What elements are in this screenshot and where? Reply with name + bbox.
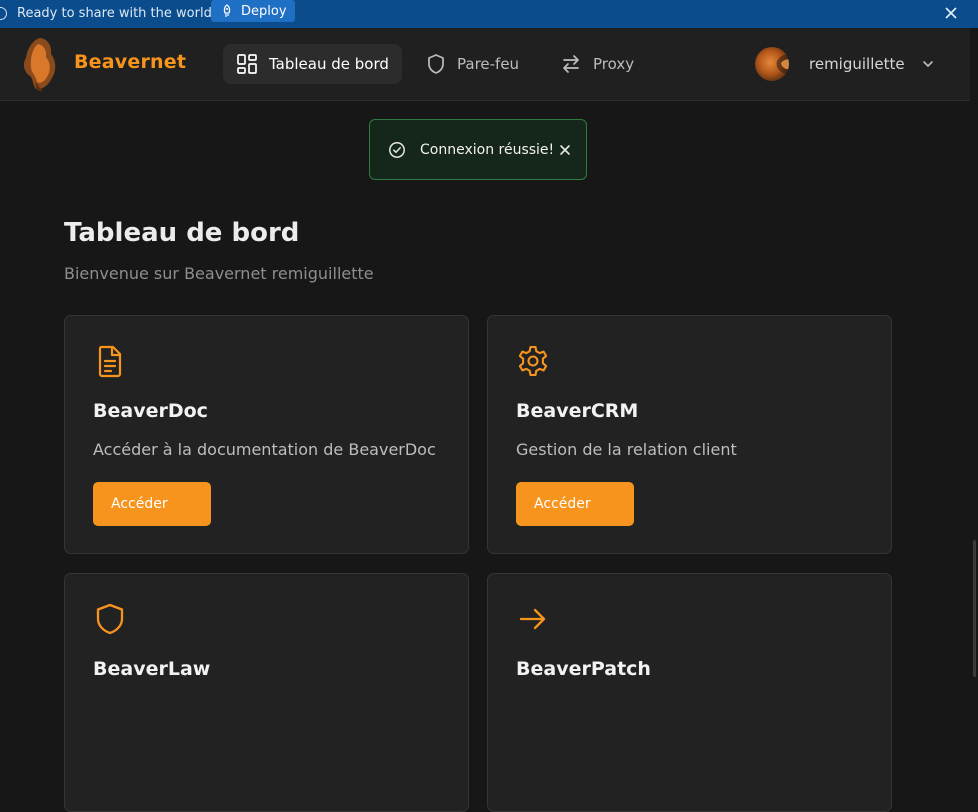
username: remiguillette [809,55,905,73]
acceder-button[interactable]: Accéder [93,482,211,526]
card-beaverlaw: BeaverLaw [64,573,469,812]
card-beavercrm: BeaverCRM Gestion de la relation client … [487,315,892,554]
nav-pare-feu[interactable]: Pare-feu [413,44,532,84]
close-icon[interactable] [944,6,958,20]
close-icon[interactable] [558,143,572,157]
rocket-icon [223,4,231,17]
nav-label: Pare-feu [457,55,520,73]
page-subtitle: Bienvenue sur Beavernet remiguillette [64,264,374,283]
acceder-button[interactable]: Accéder [516,482,634,526]
nav-label: Proxy [593,55,635,73]
toast-message: Connexion réussie! [420,141,555,158]
arrow-right-icon [519,608,546,630]
shield-icon [96,603,124,635]
user-menu[interactable]: remiguillette [755,46,935,82]
card-title: BeaverDoc [93,400,208,422]
beaver-logo-icon[interactable] [18,36,58,92]
card-title: BeaverCRM [516,400,639,422]
gear-icon [518,345,548,377]
success-toast: Connexion réussie! [369,119,587,180]
top-navbar: Beavernet Tableau de bord Pare-feu Proxy [0,28,970,101]
nav-label: Tableau de bord [269,55,389,73]
deploy-label: Deploy [241,3,287,19]
deploy-banner: Ready to share with the world? Deploy [0,0,978,28]
avatar-image [776,54,789,75]
chevron-down-icon[interactable] [921,57,935,71]
card-beaverdoc: BeaverDoc Accéder à la documentation de … [64,315,469,554]
shield-icon [428,54,444,74]
nav-proxy[interactable]: Proxy [547,44,647,84]
document-icon [98,345,122,378]
deploy-button[interactable]: Deploy [211,0,295,22]
banner-text: Ready to share with the world? [17,6,219,21]
card-description: Gestion de la relation client [516,440,737,459]
page-title: Tableau de bord [64,218,300,248]
arrows-left-right-icon [563,55,579,73]
card-beaverpatch: BeaverPatch [487,573,892,812]
card-description: Accéder à la documentation de BeaverDoc [93,440,436,459]
scrollbar[interactable] [973,540,976,677]
nav-tableau-de-bord[interactable]: Tableau de bord [223,44,402,84]
avatar[interactable] [755,47,789,81]
check-circle-icon [389,141,405,158]
info-icon [0,7,7,20]
dashboard-grid-icon [237,54,257,74]
brand-name[interactable]: Beavernet [74,51,186,73]
